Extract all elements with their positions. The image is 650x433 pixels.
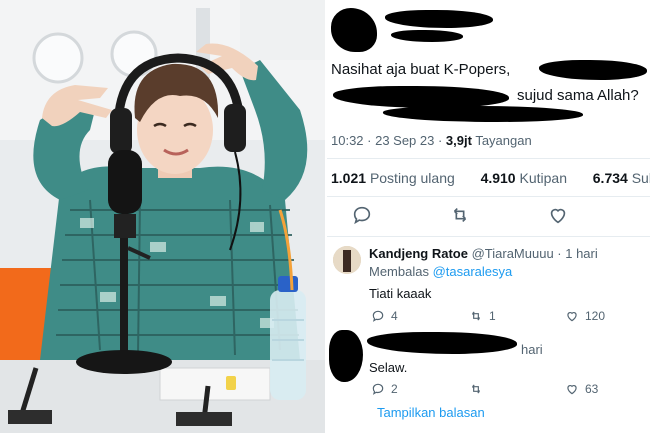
likes-count[interactable]: 6.734: [593, 170, 628, 186]
replying-label: Membalas: [369, 264, 433, 279]
retweet-count: 1: [489, 309, 496, 323]
divider: [327, 236, 650, 237]
reply-like-action[interactable]: 63: [565, 382, 598, 396]
redacted-handle: [391, 30, 463, 42]
like-count: 120: [585, 309, 606, 323]
microphone: [108, 150, 142, 214]
retweet-icon[interactable]: [469, 309, 483, 323]
like-count: 63: [585, 382, 599, 396]
reply-count: 4: [391, 309, 398, 323]
reply-icon[interactable]: [371, 382, 385, 396]
tweet-text-tail: sujud sama Allah?: [517, 87, 639, 104]
divider: [327, 158, 650, 159]
reply-reply-action[interactable]: 4: [371, 309, 398, 323]
reply-text: Tiati kaaak: [369, 286, 432, 301]
water-bottle: [270, 290, 306, 400]
tweet-meta: 10:32 · 23 Sep 23 · 3,9jt Tayangan: [331, 133, 532, 148]
divider: [327, 196, 650, 197]
reply-retweet-action[interactable]: 1: [469, 309, 496, 323]
reply-author-name[interactable]: Kandjeng Ratoe: [369, 246, 468, 261]
redacted-avatar: [329, 330, 363, 382]
headphones-right: [224, 104, 246, 152]
retweet-icon[interactable]: [449, 204, 471, 226]
quotes-count[interactable]: 4.910: [481, 170, 516, 186]
tweet-actions: [327, 204, 650, 228]
reposts-label[interactable]: Posting ulang: [370, 170, 455, 186]
headphones-left: [110, 108, 132, 154]
reply-icon[interactable]: [351, 204, 373, 226]
reply-text: Selaw.: [369, 360, 408, 375]
views-count: 3,9jt: [445, 133, 472, 148]
wall-decor: [32, 32, 84, 84]
tweet-panel: Nasihat aja buat K-Popers, sujud sama Al…: [327, 0, 650, 433]
redacted-name: [367, 332, 517, 354]
reply-icon[interactable]: [371, 309, 385, 323]
like-icon[interactable]: [565, 309, 579, 323]
reply-author-handle[interactable]: hari: [521, 342, 543, 357]
tweet-stats: 1.021 Posting ulang 4.910 Kutipan 6.734 …: [331, 170, 650, 186]
views-label: Tayangan: [471, 133, 532, 148]
reply-count: 2: [391, 382, 398, 396]
reposts-count[interactable]: 1.021: [331, 170, 366, 186]
studio-photo-illustration: [0, 0, 325, 433]
likes-label[interactable]: Suka: [632, 170, 650, 186]
replying-mention[interactable]: @tasaralesya: [433, 264, 513, 279]
reply-reply-action[interactable]: 2: [371, 382, 398, 396]
reply-author-handle[interactable]: @TiaraMuuuu · 1 hari: [472, 246, 598, 261]
tweet-timestamp[interactable]: 10:32 · 23 Sep 23 ·: [331, 133, 446, 148]
shirt: [40, 166, 300, 360]
show-replies-link[interactable]: Tampilkan balasan: [377, 405, 485, 420]
redacted-text: [383, 106, 583, 122]
reply-author[interactable]: Kandjeng Ratoe @TiaraMuuuu · 1 hari: [369, 246, 598, 261]
like-icon[interactable]: [565, 382, 579, 396]
reply-retweet-action[interactable]: [469, 382, 489, 396]
studio-photo: [0, 0, 325, 433]
like-icon[interactable]: [547, 204, 569, 226]
replying-to: Membalas @tasaralesya: [369, 264, 512, 279]
redacted-avatar: [331, 8, 377, 52]
mic-stand: [120, 238, 128, 358]
reply-like-action[interactable]: 120: [565, 309, 605, 323]
redacted-name: [385, 10, 493, 28]
retweet-icon[interactable]: [469, 382, 483, 396]
reply-avatar[interactable]: [333, 246, 361, 274]
quotes-label[interactable]: Kutipan: [520, 170, 567, 186]
tweet-text-visible: Nasihat aja buat K-Popers,: [331, 61, 511, 78]
